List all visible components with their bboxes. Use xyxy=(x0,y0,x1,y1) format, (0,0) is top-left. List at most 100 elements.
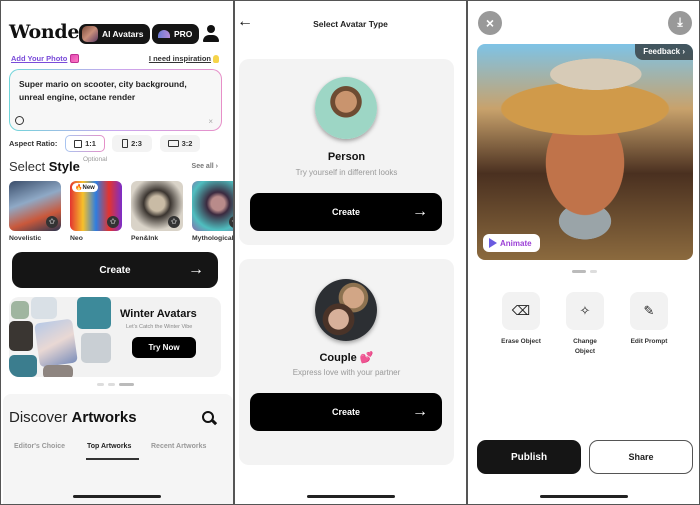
home-screen: Wonder AI Avatars PRO Add Your Photo I n… xyxy=(0,0,234,505)
eraser-icon: ⌫ xyxy=(502,292,540,330)
arrow-right-icon: → xyxy=(412,203,428,220)
style-label: Pen&Ink xyxy=(131,235,159,242)
prompt-text[interactable]: Super mario on scooter, city background,… xyxy=(19,78,211,104)
change-object-button[interactable]: ✧ Change Object xyxy=(563,292,607,357)
style-item-mythological[interactable]: ✩ Mythological xyxy=(192,181,233,242)
try-now-button[interactable]: Try Now xyxy=(132,337,196,358)
profile-icon[interactable] xyxy=(202,25,220,43)
search-icon[interactable] xyxy=(202,411,218,425)
aspect-ratio-1-1[interactable]: 1:1 xyxy=(65,135,105,152)
create-label: Create xyxy=(331,207,360,217)
discover-heading: Discover Artworks xyxy=(9,409,137,426)
style-item-pen-ink[interactable]: ✩ Pen&Ink xyxy=(131,181,183,242)
select-word: Select xyxy=(9,159,46,174)
avatar-type-description: Express love with your partner xyxy=(292,368,401,377)
app-logo: Wonder xyxy=(9,21,89,43)
avatar-type-card-person[interactable]: Person Try yourself in different looks C… xyxy=(239,59,454,245)
create-person-button[interactable]: Create → xyxy=(250,193,442,231)
person-avatar-image xyxy=(315,77,377,139)
artworks-word: Artworks xyxy=(71,409,137,426)
prompt-input[interactable]: Super mario on scooter, city background,… xyxy=(9,69,222,131)
image-icon xyxy=(70,54,80,63)
avatar-type-name: Person xyxy=(327,151,366,163)
tool-label: Change Object xyxy=(573,338,597,355)
avatar-type-card-couple[interactable]: Couple 💕 Express love with your partner … xyxy=(239,259,454,465)
carousel-dot[interactable] xyxy=(590,270,597,273)
arrow-right-icon: → xyxy=(412,403,428,420)
magic-wand-icon: ✧ xyxy=(566,292,604,330)
winter-avatars-banner[interactable]: Winter Avatars Let's Catch the Winter Vi… xyxy=(9,297,221,377)
animate-button[interactable]: Animate xyxy=(483,234,540,252)
style-label: Neo xyxy=(70,235,83,242)
favorite-icon[interactable]: ✩ xyxy=(107,216,119,228)
carousel-dot[interactable] xyxy=(97,383,104,386)
carousel-dot-active[interactable] xyxy=(119,383,134,386)
history-icon[interactable] xyxy=(15,116,24,125)
new-badge: 🔥New xyxy=(72,183,98,192)
ai-avatars-button[interactable]: AI Avatars xyxy=(79,24,151,44)
style-label: Novelistic xyxy=(9,235,42,242)
banner-title: Winter Avatars xyxy=(120,308,197,320)
home-indicator[interactable] xyxy=(306,495,395,498)
share-button[interactable]: Share xyxy=(589,440,693,474)
aspect-ratio-label-text: 3:2 xyxy=(181,139,193,148)
aspect-ratio-label-text: 2:3 xyxy=(131,139,142,148)
aspect-ratio-3-2[interactable]: 3:2 xyxy=(160,135,200,152)
pro-button[interactable]: PRO xyxy=(152,24,200,44)
lightbulb-icon xyxy=(213,54,219,63)
pro-label: PRO xyxy=(174,29,193,39)
home-indicator[interactable] xyxy=(539,495,628,498)
landscape-icon xyxy=(167,140,179,147)
download-icon[interactable]: ⤓ xyxy=(668,11,692,35)
create-couple-button[interactable]: Create → xyxy=(250,393,442,431)
tool-label: Erase Object xyxy=(501,338,541,345)
generated-image[interactable]: Feedback › Animate xyxy=(477,44,693,260)
banner-carousel-indicator xyxy=(97,383,134,386)
add-photo-link[interactable]: Add Your Photo xyxy=(11,54,80,63)
tab-editors-choice[interactable]: Editor's Choice xyxy=(14,443,65,450)
hearts-icon: 💕 xyxy=(359,352,374,364)
optional-label: Optional xyxy=(83,156,108,163)
favorite-icon[interactable]: ✩ xyxy=(46,216,58,228)
style-item-neo[interactable]: 🔥New ✩ Neo xyxy=(70,181,122,242)
home-indicator[interactable] xyxy=(73,495,161,498)
edit-icon: ✎ xyxy=(630,292,668,330)
square-icon xyxy=(74,139,83,148)
favorite-icon[interactable]: ✩ xyxy=(168,216,180,228)
portrait-icon xyxy=(122,139,129,148)
inspiration-link[interactable]: I need inspiration xyxy=(149,54,219,63)
image-carousel-indicator xyxy=(572,270,597,273)
style-thumbnail: ✩ xyxy=(192,181,233,231)
clear-icon[interactable]: × xyxy=(208,117,213,126)
create-button[interactable]: Create → xyxy=(12,252,218,288)
style-word: Style xyxy=(48,159,80,174)
avatar-collage xyxy=(9,297,114,377)
pro-icon xyxy=(158,30,170,38)
style-thumbnail: 🔥New ✩ xyxy=(70,181,122,231)
page-title: Select Avatar Type xyxy=(313,19,388,29)
carousel-dot[interactable] xyxy=(108,383,115,386)
close-icon[interactable]: × xyxy=(478,11,502,35)
tab-recent-artworks[interactable]: Recent Artworks xyxy=(151,443,206,450)
style-item-novelistic[interactable]: ✩ Novelistic xyxy=(9,181,61,242)
tab-top-artworks[interactable]: Top Artworks xyxy=(87,443,131,450)
inspiration-label: I need inspiration xyxy=(148,54,211,63)
erase-object-button[interactable]: ⌫ Erase Object xyxy=(499,292,543,347)
feedback-button[interactable]: Feedback › xyxy=(635,44,693,60)
carousel-dot-active[interactable] xyxy=(572,270,586,273)
select-style-heading: Select Style xyxy=(9,159,80,174)
ai-avatars-label: AI Avatars xyxy=(102,29,144,39)
couple-avatar-image xyxy=(315,279,377,341)
couple-name-text: Couple xyxy=(319,352,357,364)
style-thumbnail: ✩ xyxy=(131,181,183,231)
edit-prompt-button[interactable]: ✎ Edit Prompt xyxy=(627,292,671,347)
style-carousel[interactable]: ✩ Novelistic 🔥New ✩ Neo ✩ Pen&Ink ✩ Myth… xyxy=(9,181,233,246)
discover-word: Discover xyxy=(9,409,68,426)
create-label: Create xyxy=(99,264,131,276)
create-label: Create xyxy=(331,407,360,417)
avatar-type-description: Try yourself in different looks xyxy=(295,168,398,177)
see-all-link[interactable]: See all › xyxy=(192,163,218,170)
aspect-ratio-2-3[interactable]: 2:3 xyxy=(112,135,152,152)
aspect-ratio-label-text: 1:1 xyxy=(85,139,96,148)
publish-button[interactable]: Publish xyxy=(477,440,581,474)
